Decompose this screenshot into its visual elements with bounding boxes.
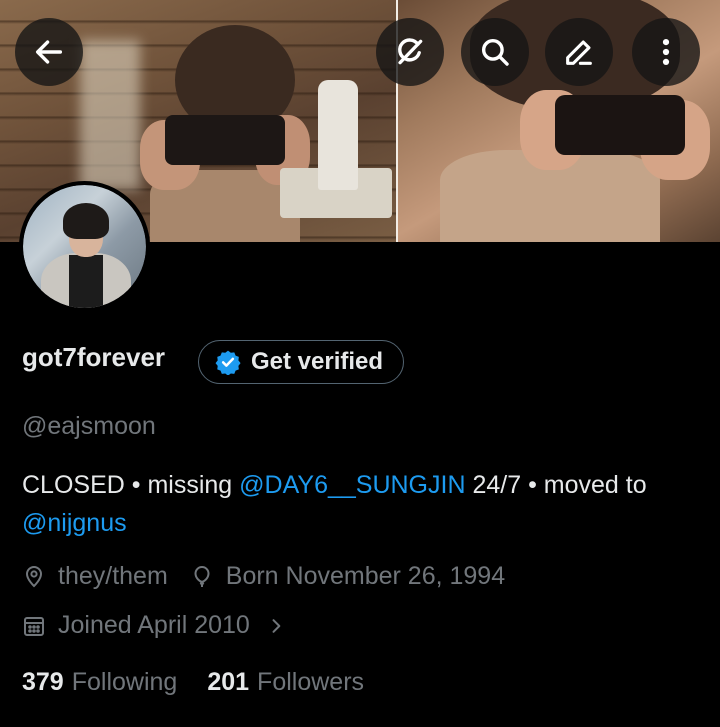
bio-text: CLOSED • missing (22, 471, 240, 499)
following-label: Following (71, 668, 178, 696)
follow-stats: 379 Following 201 Followers (22, 668, 394, 697)
bio-mention-link[interactable]: @nijgnus (22, 509, 127, 537)
profile-meta-row: they/them Born November 26, 1994 (22, 562, 527, 591)
followers-label: Followers (257, 668, 365, 696)
location-item: they/them (22, 562, 168, 591)
joined-row[interactable]: Joined April 2010 (22, 611, 298, 640)
search-icon (481, 38, 509, 66)
calendar-icon (24, 616, 44, 636)
back-button[interactable] (15, 18, 83, 86)
birthday-item: Born November 26, 1994 (190, 562, 505, 591)
avatar[interactable] (19, 181, 150, 312)
display-name: got7forever (22, 342, 166, 372)
following-count: 379 (22, 668, 64, 696)
grok-icon (398, 38, 423, 65)
get-verified-label: Get verified (251, 348, 384, 375)
bio-mention-link[interactable]: @DAY6__SUNGJIN (239, 471, 465, 499)
following-link[interactable]: 379 Following (22, 668, 177, 697)
edit-pen-icon (566, 40, 592, 65)
arrow-left-icon (35, 40, 63, 64)
username-handle: @eajsmoon (22, 412, 156, 440)
location-text: they/them (58, 562, 168, 590)
profile-bio: CLOSED • missing @DAY6__SUNGJIN 24/7 • m… (22, 466, 702, 542)
bio-text: 24/7 • moved to (465, 471, 647, 499)
followers-link[interactable]: 201 Followers (207, 668, 364, 697)
joined-text: Joined April 2010 (58, 611, 250, 639)
balloon-icon (194, 565, 210, 587)
search-button[interactable] (461, 18, 529, 86)
location-pin-icon (25, 565, 43, 587)
birthday-text: Born November 26, 1994 (225, 562, 506, 590)
edit-profile-button[interactable] (545, 18, 613, 86)
grok-button[interactable] (376, 18, 444, 86)
chevron-right-icon (272, 618, 281, 633)
get-verified-button[interactable]: Get verified (198, 340, 405, 384)
more-options-button[interactable] (632, 18, 700, 86)
verified-badge-icon (215, 350, 241, 375)
more-vertical-icon (662, 38, 670, 66)
followers-count: 201 (207, 668, 250, 696)
